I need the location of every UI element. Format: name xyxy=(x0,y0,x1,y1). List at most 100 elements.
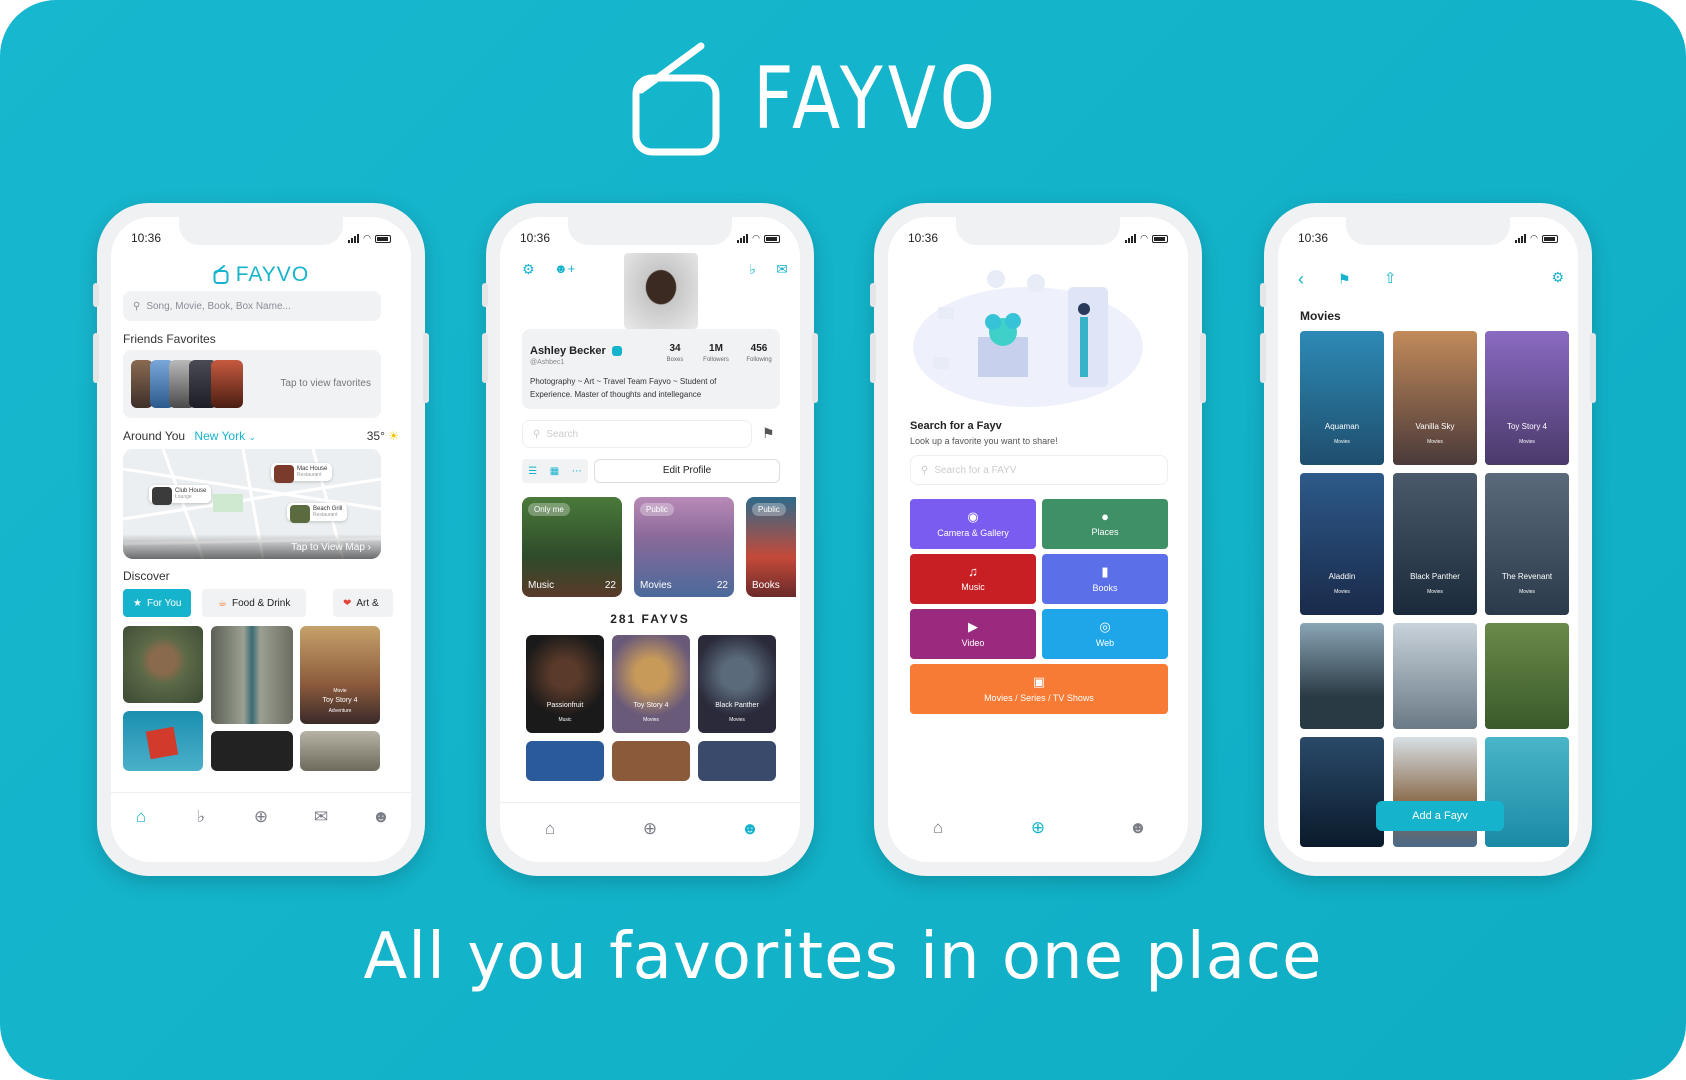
movie-card[interactable]: Toy Story 4 Movies xyxy=(1485,331,1569,465)
add-icon[interactable]: ⊕ xyxy=(1026,818,1050,838)
add-user-icon[interactable]: ☻+ xyxy=(554,261,575,276)
canvas: FAYVO 10:36 ◠ FAYVO ⚲ Song, Movie, Book,… xyxy=(0,0,1686,1080)
profile-icon[interactable]: ☻ xyxy=(369,807,393,827)
gear-icon[interactable]: ⚙ xyxy=(522,261,535,278)
city-selector[interactable]: New York xyxy=(194,429,245,443)
home-search-input[interactable]: ⚲ Song, Movie, Book, Box Name... xyxy=(123,291,381,321)
movie-card[interactable]: The Revenant Movies xyxy=(1485,473,1569,615)
bell-icon[interactable]: ♭ xyxy=(189,807,213,827)
movie-title: Vanilla Sky xyxy=(1415,422,1455,431)
home-icon[interactable]: ⌂ xyxy=(538,819,562,839)
mail-icon[interactable]: ✉ xyxy=(776,261,788,278)
row-view-icon[interactable]: ⋯ xyxy=(572,466,582,477)
stat-following[interactable]: 456 Following xyxy=(740,343,778,363)
home-icon[interactable]: ⌂ xyxy=(129,807,153,827)
around-map[interactable]: Mac House Restaurant Club House Lounge Bea… xyxy=(123,449,381,559)
edit-profile-button[interactable]: Edit Profile xyxy=(594,459,780,483)
profile-icon[interactable]: ☻ xyxy=(738,819,762,839)
stat-followers[interactable]: 1M Followers xyxy=(696,343,736,363)
back-icon[interactable]: ‹ xyxy=(1298,269,1304,290)
movie-title: Aladdin xyxy=(1328,572,1356,581)
stat-label: Boxes xyxy=(666,357,684,363)
chip-art[interactable]: ❤ Art & xyxy=(333,589,393,617)
fayv-card[interactable]: Toy Story 4 Movies xyxy=(612,635,690,733)
map-pin[interactable]: Club House Lounge xyxy=(149,485,212,505)
discover-title: Discover xyxy=(123,569,170,583)
phone-home: 10:36 ◠ FAYVO ⚲ Song, Movie, Book, Box N… xyxy=(93,203,429,876)
stat-boxes[interactable]: 34 Boxes xyxy=(660,343,690,363)
search-tab-bar: ⌂ ⊕ ☻ xyxy=(888,802,1188,862)
home-icon[interactable]: ⌂ xyxy=(926,818,950,838)
category-movies-series[interactable]: ▣ Movies / Series / TV Shows xyxy=(910,664,1168,714)
discover-tile[interactable] xyxy=(123,626,203,703)
movie-card[interactable]: Aquaman Movies xyxy=(1300,331,1384,465)
stat-label: Following xyxy=(746,357,772,363)
fayv-card[interactable] xyxy=(698,741,776,781)
grid-view-icon[interactable]: ▦ xyxy=(550,466,559,477)
share-icon[interactable]: ⇧ xyxy=(1384,269,1397,287)
fayv-card[interactable] xyxy=(612,741,690,781)
photo-tile[interactable] xyxy=(1300,737,1384,847)
fayv-card[interactable]: Passionfruit Music xyxy=(526,635,604,733)
profile-search-input[interactable]: ⚲ Search xyxy=(522,420,752,448)
movie-card[interactable]: Vanilla Sky Movies xyxy=(1393,331,1477,465)
home-search-placeholder: Song, Movie, Book, Box Name... xyxy=(146,300,291,312)
star-icon: ★ xyxy=(133,597,142,609)
bookmark-icon[interactable]: ⚑ xyxy=(762,425,775,442)
fayv-card[interactable] xyxy=(526,741,604,781)
chip-for-you[interactable]: ★ For You xyxy=(123,589,192,617)
gear-icon[interactable]: ⚙ xyxy=(1551,269,1564,286)
list-view-icon[interactable]: ☰ xyxy=(528,466,537,477)
discover-tile[interactable] xyxy=(300,731,380,771)
brand-header: FAYVO xyxy=(0,40,1686,158)
palette-icon: ❤ xyxy=(343,597,352,609)
mail-icon[interactable]: ✉ xyxy=(309,807,333,827)
pin-type: Restaurant xyxy=(297,472,322,478)
profile-icon[interactable]: ☻ xyxy=(1126,818,1150,838)
profile-screen: 10:36 ◠ ⚙ ☻+ ♭ ✉ Ashley Becker @Ashbec1 … xyxy=(500,217,800,862)
photo-tile[interactable] xyxy=(1300,623,1384,729)
add-icon[interactable]: ⊕ xyxy=(249,807,273,827)
bell-icon[interactable]: ♭ xyxy=(749,261,756,278)
fayv-title: Black Panther xyxy=(715,702,759,709)
category-label: Camera & Gallery xyxy=(937,528,1009,538)
movie-card[interactable]: Aladdin Movies xyxy=(1300,473,1384,615)
home-logo: FAYVO xyxy=(111,263,411,287)
category-web[interactable]: ◎ Web xyxy=(1042,609,1168,659)
category-label: Places xyxy=(1091,527,1119,537)
avatar[interactable] xyxy=(624,253,698,329)
box-movies[interactable]: Public Movies 22 xyxy=(634,497,734,597)
discover-tile[interactable] xyxy=(123,711,203,771)
category-camera-gallery[interactable]: ◉ Camera & Gallery xyxy=(910,499,1036,549)
weather: 35° ☀ xyxy=(367,429,399,443)
chip-food-drink[interactable]: ☕ Food & Drink xyxy=(202,589,307,617)
movie-title: Toy Story 4 xyxy=(1506,422,1547,431)
bookmark-icon[interactable]: ⚑ xyxy=(1338,271,1351,288)
friends-favorites-card[interactable]: Tap to view favorites xyxy=(123,350,381,418)
movie-card[interactable]: Black Panther Movies xyxy=(1393,473,1477,615)
photo-tile[interactable] xyxy=(1393,623,1477,729)
box-music[interactable]: Only me Music 22 xyxy=(522,497,622,597)
map-pin[interactable]: Beach Grill Restaurant xyxy=(287,503,348,523)
map-pin[interactable]: Mac House Restaurant xyxy=(271,463,333,483)
box-tag: Public xyxy=(752,503,786,516)
movie-title: The Revenant xyxy=(1501,572,1553,581)
box-label: Music xyxy=(528,580,555,591)
discover-tile[interactable] xyxy=(211,626,293,724)
category-books[interactable]: ▮ Books xyxy=(1042,554,1168,604)
chip-label: Art & xyxy=(356,597,379,609)
discover-tile[interactable] xyxy=(211,731,293,771)
photo-tile[interactable] xyxy=(1485,623,1569,729)
movies-title: Movies xyxy=(1300,309,1341,323)
search-title: Search for a Fayv xyxy=(910,420,1002,432)
add-icon[interactable]: ⊕ xyxy=(638,819,662,839)
fayv-card[interactable]: Black Panther Movies xyxy=(698,635,776,733)
box-books[interactable]: Public Books xyxy=(746,497,796,597)
fayv-search-input[interactable]: ⚲ Search for a FAYV xyxy=(910,455,1168,485)
movie-title: Aquaman xyxy=(1324,422,1360,431)
discover-tile-toy-story[interactable]: Movie Toy Story 4 Adventure xyxy=(300,626,380,724)
category-places[interactable]: ● Places xyxy=(1042,499,1168,549)
category-video[interactable]: ▶ Video xyxy=(910,609,1036,659)
add-fayv-button[interactable]: Add a Fayv xyxy=(1376,801,1504,831)
category-music[interactable]: ♫ Music xyxy=(910,554,1036,604)
